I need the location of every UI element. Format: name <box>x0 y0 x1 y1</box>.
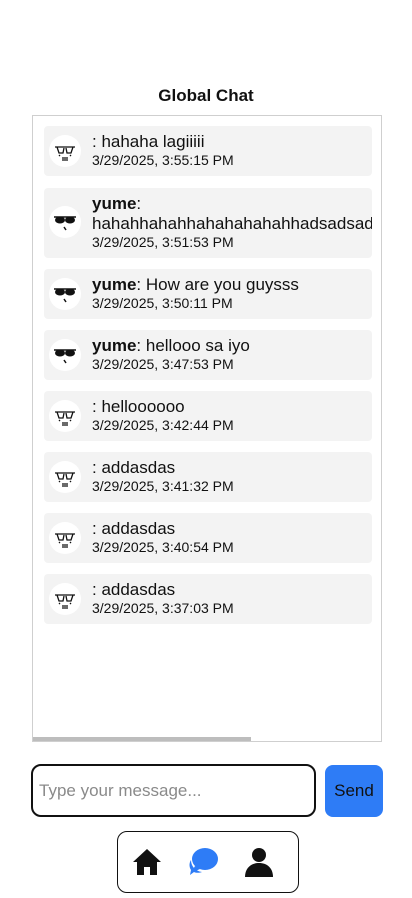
message-text: : addasdas <box>92 458 176 477</box>
list-item: yume: How are you guysss 3/29/2025, 3:50… <box>44 269 372 319</box>
list-item: yume: hahahhahahhahahahahahhadsadsad 3/2… <box>44 188 372 258</box>
home-icon[interactable] <box>131 846 163 878</box>
message-text: : helloooooo <box>92 397 185 416</box>
message-text: : <box>136 194 142 213</box>
message-username: yume <box>92 336 137 355</box>
list-item: : addasdas 3/29/2025, 3:41:32 PM <box>44 452 372 502</box>
list-item: : hahaha lagiiiii 3/29/2025, 3:55:15 PM <box>44 126 372 176</box>
horizontal-scrollbar[interactable] <box>33 737 251 741</box>
sketch-face-avatar-icon <box>49 461 81 493</box>
list-item: yume: hellooo sa iyo 3/29/2025, 3:47:53 … <box>44 330 372 380</box>
message-timestamp: 3/29/2025, 3:40:54 PM <box>92 539 234 555</box>
page-title: Global Chat <box>158 86 254 105</box>
chat-bubbles-icon[interactable] <box>188 846 220 878</box>
message-username: yume <box>92 194 137 213</box>
chat-messages-panel[interactable]: : hahaha lagiiiii 3/29/2025, 3:55:15 PM … <box>32 115 382 742</box>
message-input-wrapper <box>31 764 316 817</box>
list-item: : addasdas 3/29/2025, 3:37:03 PM <box>44 574 372 624</box>
message-timestamp: 3/29/2025, 3:47:53 PM <box>92 356 234 372</box>
sketch-face-avatar-icon <box>49 400 81 432</box>
send-button[interactable]: Send <box>325 765 383 817</box>
message-input[interactable] <box>33 766 314 815</box>
message-text: : hellooo sa iyo <box>136 336 250 355</box>
message-timestamp: 3/29/2025, 3:41:32 PM <box>92 478 234 494</box>
list-item: : addasdas 3/29/2025, 3:40:54 PM <box>44 513 372 563</box>
message-timestamp: 3/29/2025, 3:42:44 PM <box>92 417 234 433</box>
message-timestamp: 3/29/2025, 3:37:03 PM <box>92 600 234 616</box>
message-username: yume <box>92 275 137 294</box>
message-list: : hahaha lagiiiii 3/29/2025, 3:55:15 PM … <box>33 116 381 741</box>
sunglasses-face-avatar-icon <box>49 339 81 371</box>
message-timestamp: 3/29/2025, 3:51:53 PM <box>92 234 234 250</box>
message-text-continued: hahahhahahhahahahahahhadsadsad <box>92 214 372 233</box>
sunglasses-face-avatar-icon <box>49 278 81 310</box>
message-text: : addasdas <box>92 519 176 538</box>
message-timestamp: 3/29/2025, 3:55:15 PM <box>92 152 234 168</box>
sunglasses-face-avatar-icon <box>49 206 81 238</box>
message-text: : addasdas <box>92 580 176 599</box>
sketch-face-avatar-icon <box>49 135 81 167</box>
sketch-face-avatar-icon <box>49 522 81 554</box>
message-text: : How are you guysss <box>136 275 299 294</box>
message-text: : hahaha lagiiiii <box>92 132 205 151</box>
message-timestamp: 3/29/2025, 3:50:11 PM <box>92 295 233 311</box>
user-icon[interactable] <box>243 846 275 878</box>
bottom-nav <box>117 831 299 893</box>
list-item: : helloooooo 3/29/2025, 3:42:44 PM <box>44 391 372 441</box>
sketch-face-avatar-icon <box>49 583 81 615</box>
